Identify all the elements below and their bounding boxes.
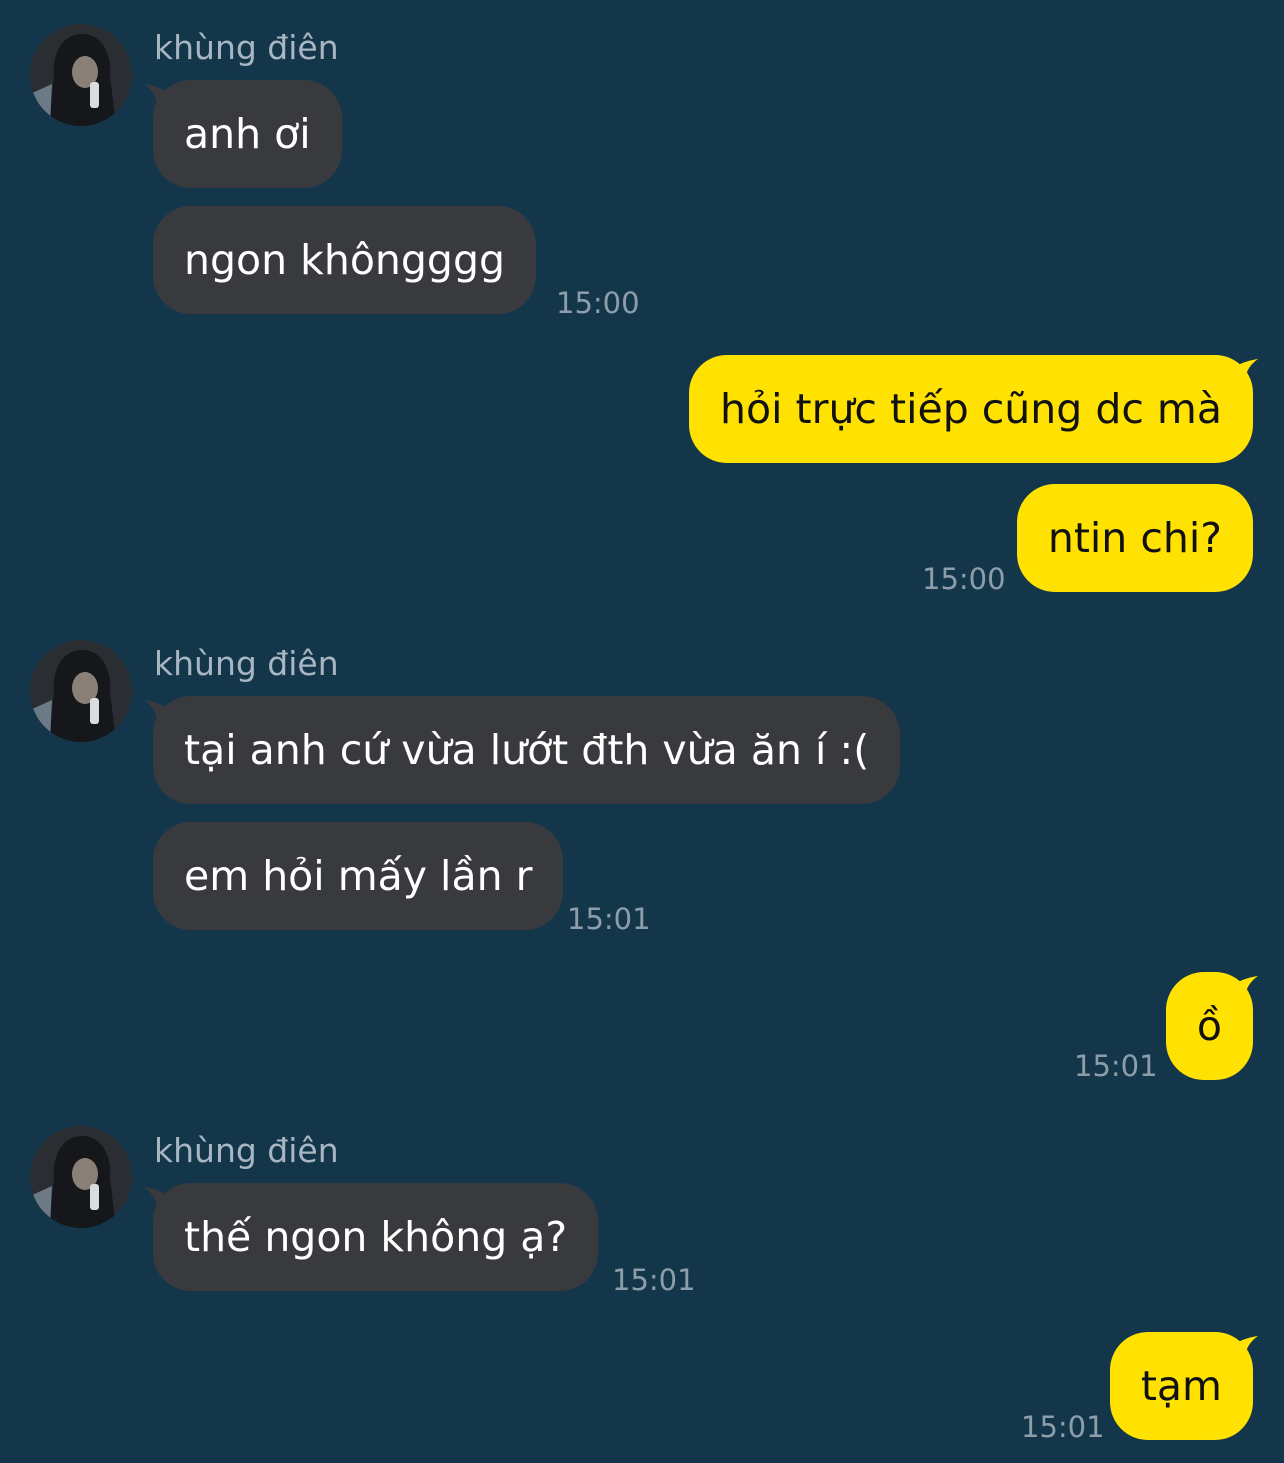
- message-bubble-outgoing[interactable]: ồ: [1165, 972, 1253, 1080]
- message-timestamp: 15:00: [922, 562, 1006, 596]
- message-bubble-incoming[interactable]: em hỏi mấy lần r: [153, 822, 564, 930]
- message-bubble-incoming[interactable]: ngon khôngggg: [153, 206, 537, 314]
- message-timestamp: 15:01: [1021, 1410, 1105, 1444]
- message-bubble-outgoing[interactable]: tạm: [1109, 1332, 1253, 1440]
- message-bubble-outgoing[interactable]: ntin chi?: [1016, 484, 1253, 592]
- sender-name: khùng điên: [154, 1131, 339, 1170]
- contact-avatar[interactable]: [30, 640, 132, 742]
- message-bubble-outgoing[interactable]: hỏi trực tiếp cũng dc mà: [689, 355, 1253, 463]
- sender-name: khùng điên: [154, 28, 339, 67]
- message-bubble-incoming[interactable]: tại anh cứ vừa lướt đth vừa ăn í :(: [153, 696, 901, 804]
- message-timestamp: 15:01: [1074, 1049, 1158, 1083]
- message-timestamp: 15:01: [567, 902, 651, 936]
- message-bubble-incoming[interactable]: thế ngon không ạ?: [153, 1183, 599, 1291]
- message-bubble-incoming[interactable]: anh ơi: [153, 80, 342, 188]
- message-timestamp: 15:00: [556, 286, 640, 320]
- contact-avatar[interactable]: [30, 24, 132, 126]
- message-timestamp: 15:01: [612, 1263, 696, 1297]
- contact-avatar[interactable]: [30, 1126, 132, 1228]
- sender-name: khùng điên: [154, 644, 339, 683]
